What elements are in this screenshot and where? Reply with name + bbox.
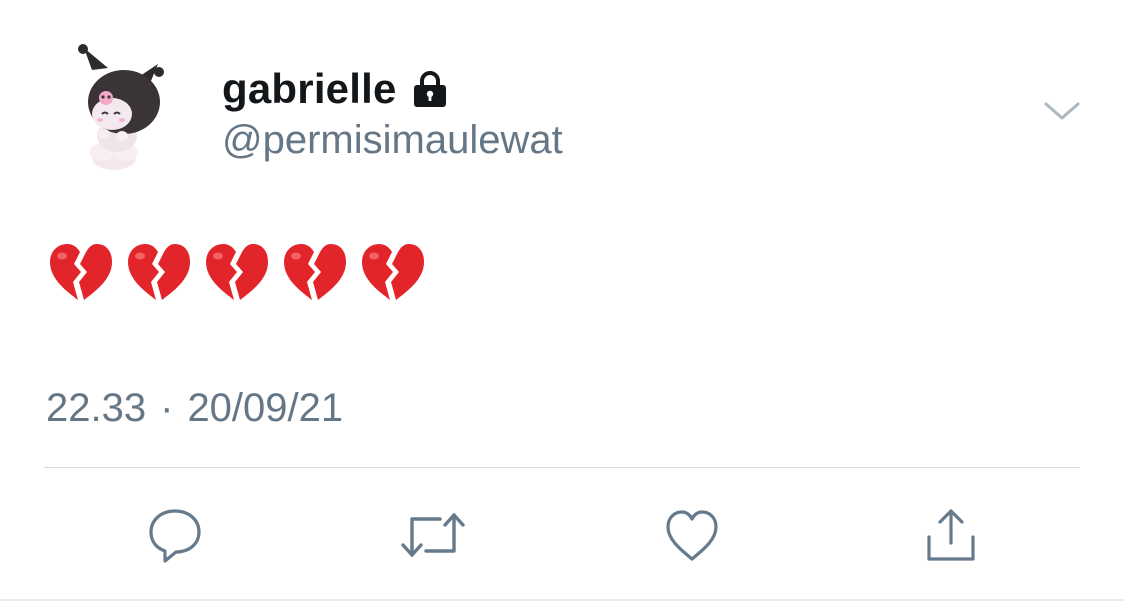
retweet-icon — [401, 513, 465, 557]
lock-icon — [409, 68, 451, 110]
broken-heart-emoji — [282, 240, 346, 304]
tweet-text — [48, 240, 424, 304]
divider — [44, 467, 1080, 468]
share-button[interactable] — [916, 500, 986, 570]
avatar[interactable] — [62, 40, 182, 180]
user-handle[interactable]: @permisimaulewat — [222, 118, 563, 163]
tweet-time: 22.33 — [46, 386, 147, 430]
display-name[interactable]: gabrielle — [222, 65, 397, 113]
like-icon — [666, 510, 718, 561]
kuromi-avatar-image — [78, 44, 164, 170]
reply-icon — [149, 509, 201, 563]
action-bar — [0, 500, 1125, 570]
broken-heart-emoji — [48, 240, 112, 304]
share-icon — [927, 509, 975, 561]
chevron-down-icon[interactable] — [1040, 96, 1084, 126]
tweet-date: 20/09/21 — [187, 386, 344, 430]
timestamp-separator: · — [160, 386, 174, 430]
reply-button[interactable] — [140, 500, 210, 570]
tweet-detail: gabrielle @permisimaulewat 22.33 · 20/09… — [0, 0, 1125, 601]
broken-heart-emoji — [360, 240, 424, 304]
tweet-timestamp[interactable]: 22.33 · 20/09/21 — [46, 386, 343, 431]
retweet-button[interactable] — [398, 500, 468, 570]
broken-heart-emoji — [126, 240, 190, 304]
like-button[interactable] — [657, 500, 727, 570]
broken-heart-emoji — [204, 240, 268, 304]
author-name-row[interactable]: gabrielle — [222, 64, 451, 114]
